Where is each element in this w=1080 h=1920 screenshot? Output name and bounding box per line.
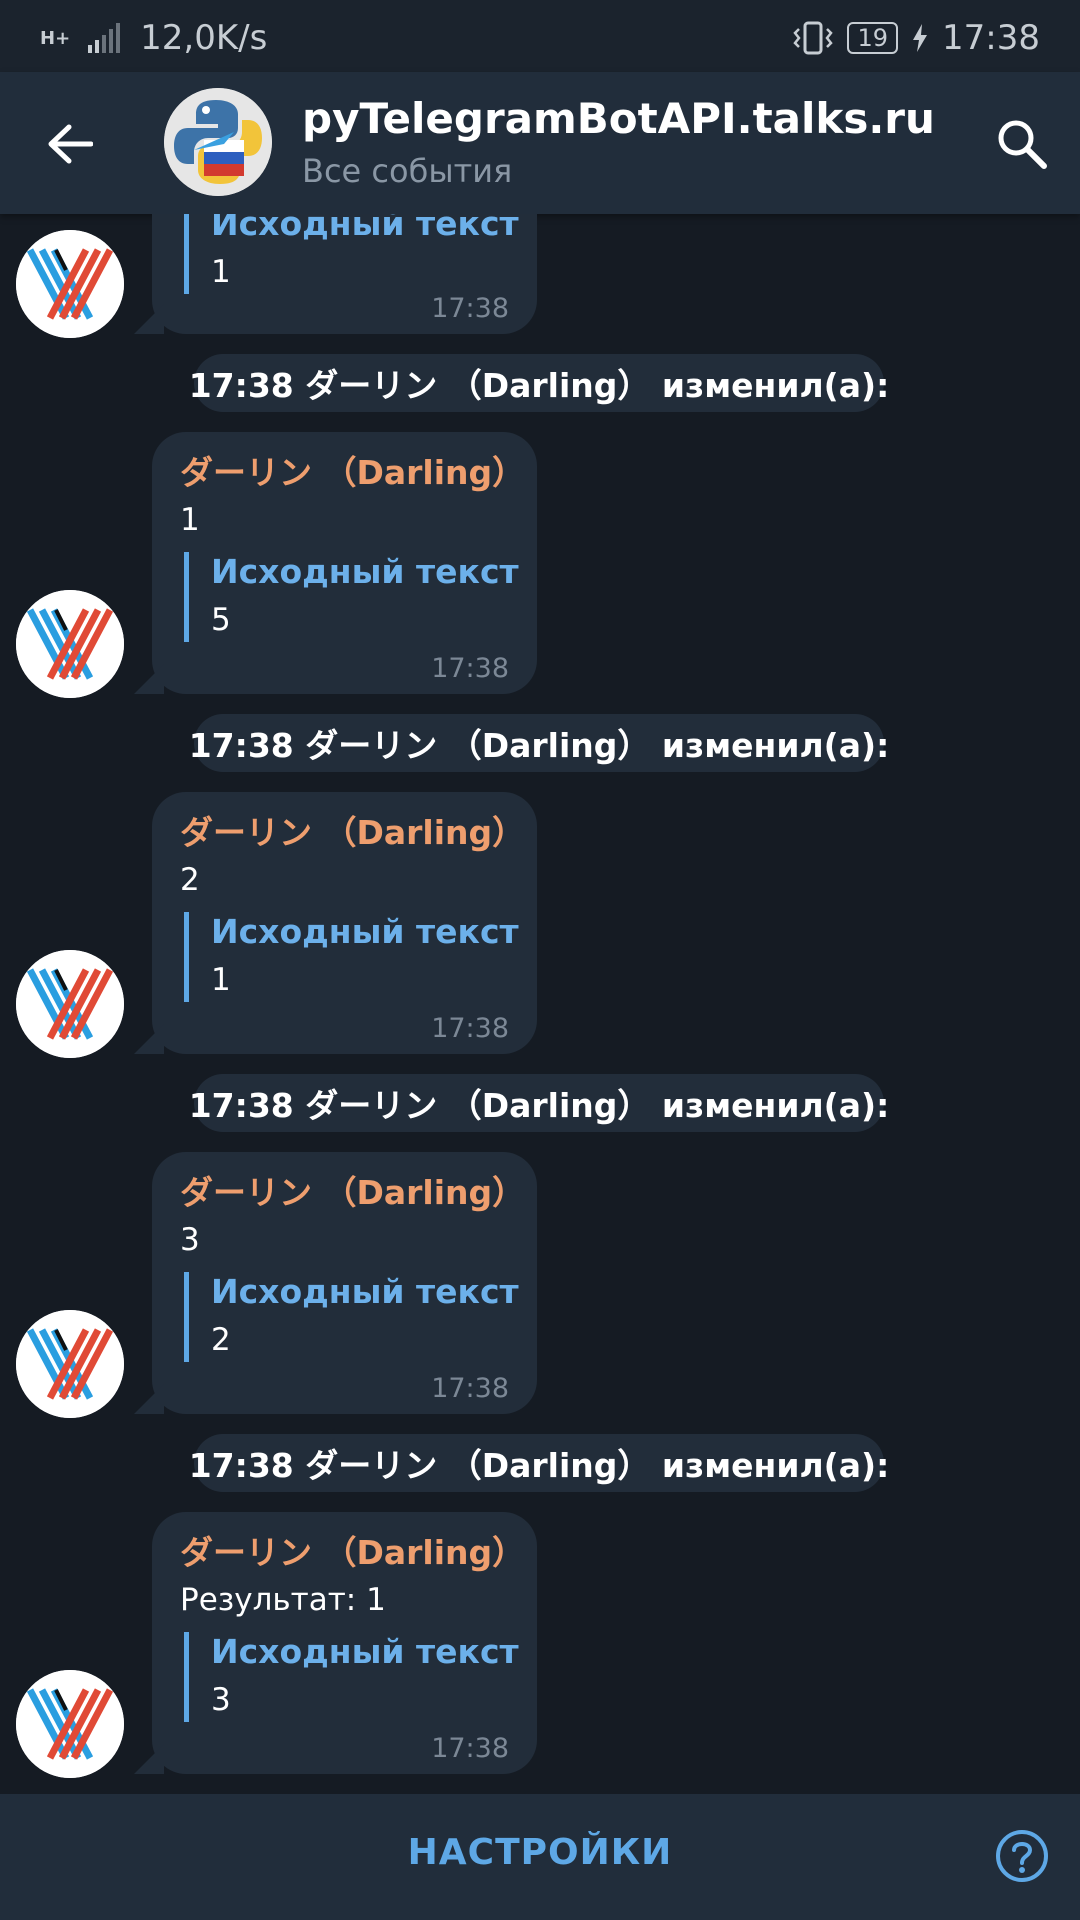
darling-logo-icon	[16, 590, 124, 698]
darling-logo-icon	[16, 230, 124, 338]
chat-header: pyTelegramBotAPI.talks.ru Все события	[0, 72, 1080, 214]
network-speed: 12,0K/s	[140, 18, 268, 58]
message-text: 3	[180, 1222, 200, 1258]
service-message: 17:38 ダーリン （Darling） изменил(а):	[189, 1434, 889, 1492]
chat-avatar[interactable]	[164, 88, 272, 196]
service-message: 17:38 ダーリン （Darling） изменил(а):	[189, 354, 889, 412]
sender-name[interactable]: ダーリン （Darling）	[180, 1166, 525, 1214]
quote-title: Исходный текст	[211, 1632, 519, 1671]
quote-text: 2	[211, 1322, 231, 1358]
bubble-tail	[134, 1024, 164, 1054]
help-circle-icon	[996, 1830, 1048, 1882]
messages-feed[interactable]: Исходный текст 1 17:38 17:38 ダーリン （Darli…	[0, 214, 1080, 1794]
service-text: 17:38 ダーリン （Darling） изменил(а):	[188, 1446, 890, 1485]
service-message: 17:38 ダーリン （Darling） изменил(а):	[189, 714, 889, 772]
quote-title: Исходный текст	[211, 552, 519, 591]
service-text: 17:38 ダーリン （Darling） изменил(а):	[188, 366, 890, 405]
message-text: Результат: 1	[180, 1582, 386, 1618]
quote-title: Исходный текст	[211, 214, 519, 243]
user-avatar[interactable]	[16, 590, 124, 698]
help-button[interactable]	[994, 1828, 1050, 1884]
battery-indicator: 19	[847, 22, 899, 54]
quote-text: 1	[211, 962, 231, 998]
search-icon	[998, 120, 1047, 169]
bottom-bar: НАСТРОЙКИ	[0, 1794, 1080, 1920]
bubble-tail	[134, 1744, 164, 1774]
bubble-tail	[134, 664, 164, 694]
chat-subtitle: Все события	[302, 152, 513, 190]
message-text: 1	[180, 502, 200, 538]
network-type: H+	[40, 27, 71, 49]
darling-logo-icon	[16, 950, 124, 1058]
message-text: 2	[180, 862, 200, 898]
charging-icon	[913, 24, 928, 52]
message-time: 17:38	[431, 1733, 509, 1764]
message-time: 17:38	[431, 1373, 509, 1404]
darling-logo-icon	[16, 1310, 124, 1418]
service-message: 17:38 ダーリン （Darling） изменил(а):	[189, 1074, 889, 1132]
sender-name[interactable]: ダーリン （Darling）	[180, 806, 525, 854]
status-bar: H+ 12,0K/s 19 17:38	[0, 0, 1080, 72]
bubble-tail	[134, 1384, 164, 1414]
reply-quote[interactable]: Исходный текст 1	[184, 214, 519, 294]
quote-title: Исходный текст	[211, 912, 519, 951]
reply-quote[interactable]: Исходный текст 1	[184, 912, 519, 1002]
reply-quote[interactable]: Исходный текст 3	[184, 1632, 519, 1722]
python-logo-icon	[164, 88, 272, 196]
service-text: 17:38 ダーリン （Darling） изменил(а):	[188, 726, 890, 765]
message-bubble[interactable]: ダーリン （Darling） 3 Исходный текст 2 17:38	[152, 1152, 537, 1414]
darling-logo-icon	[16, 1670, 124, 1778]
message-bubble[interactable]: Исходный текст 1 17:38	[152, 214, 537, 334]
arrow-back-icon	[48, 124, 93, 164]
sender-name[interactable]: ダーリン （Darling）	[180, 446, 525, 494]
quote-title: Исходный текст	[211, 1272, 519, 1311]
user-avatar[interactable]	[16, 1310, 124, 1418]
chat-title[interactable]: pyTelegramBotAPI.talks.ru	[302, 94, 935, 143]
message-time: 17:38	[431, 653, 509, 684]
quote-text: 5	[211, 602, 231, 638]
signal-icon	[88, 23, 121, 53]
bubble-tail	[134, 304, 164, 334]
status-right: 19 17:38	[793, 18, 1040, 58]
quote-text: 1	[211, 254, 231, 290]
quote-text: 3	[211, 1682, 231, 1718]
message-bubble[interactable]: ダーリン （Darling） 2 Исходный текст 1 17:38	[152, 792, 537, 1054]
status-time: 17:38	[942, 18, 1040, 58]
user-avatar[interactable]	[16, 1670, 124, 1778]
message-bubble[interactable]: ダーリン （Darling） Результат: 1 Исходный тек…	[152, 1512, 537, 1774]
message-time: 17:38	[431, 1013, 509, 1044]
reply-quote[interactable]: Исходный текст 5	[184, 552, 519, 642]
reply-quote[interactable]: Исходный текст 2	[184, 1272, 519, 1362]
status-left: H+ 12,0K/s	[40, 18, 267, 58]
message-time: 17:38	[431, 293, 509, 324]
user-avatar[interactable]	[16, 950, 124, 1058]
service-text: 17:38 ダーリン （Darling） изменил(а):	[188, 1086, 890, 1125]
search-button[interactable]	[994, 116, 1050, 172]
user-avatar[interactable]	[16, 230, 124, 338]
settings-button[interactable]: НАСТРОЙКИ	[0, 1832, 1080, 1873]
message-bubble[interactable]: ダーリン （Darling） 1 Исходный текст 5 17:38	[152, 432, 537, 694]
vibrate-icon	[793, 21, 834, 55]
back-button[interactable]	[42, 116, 98, 172]
sender-name[interactable]: ダーリン （Darling）	[180, 1526, 525, 1574]
